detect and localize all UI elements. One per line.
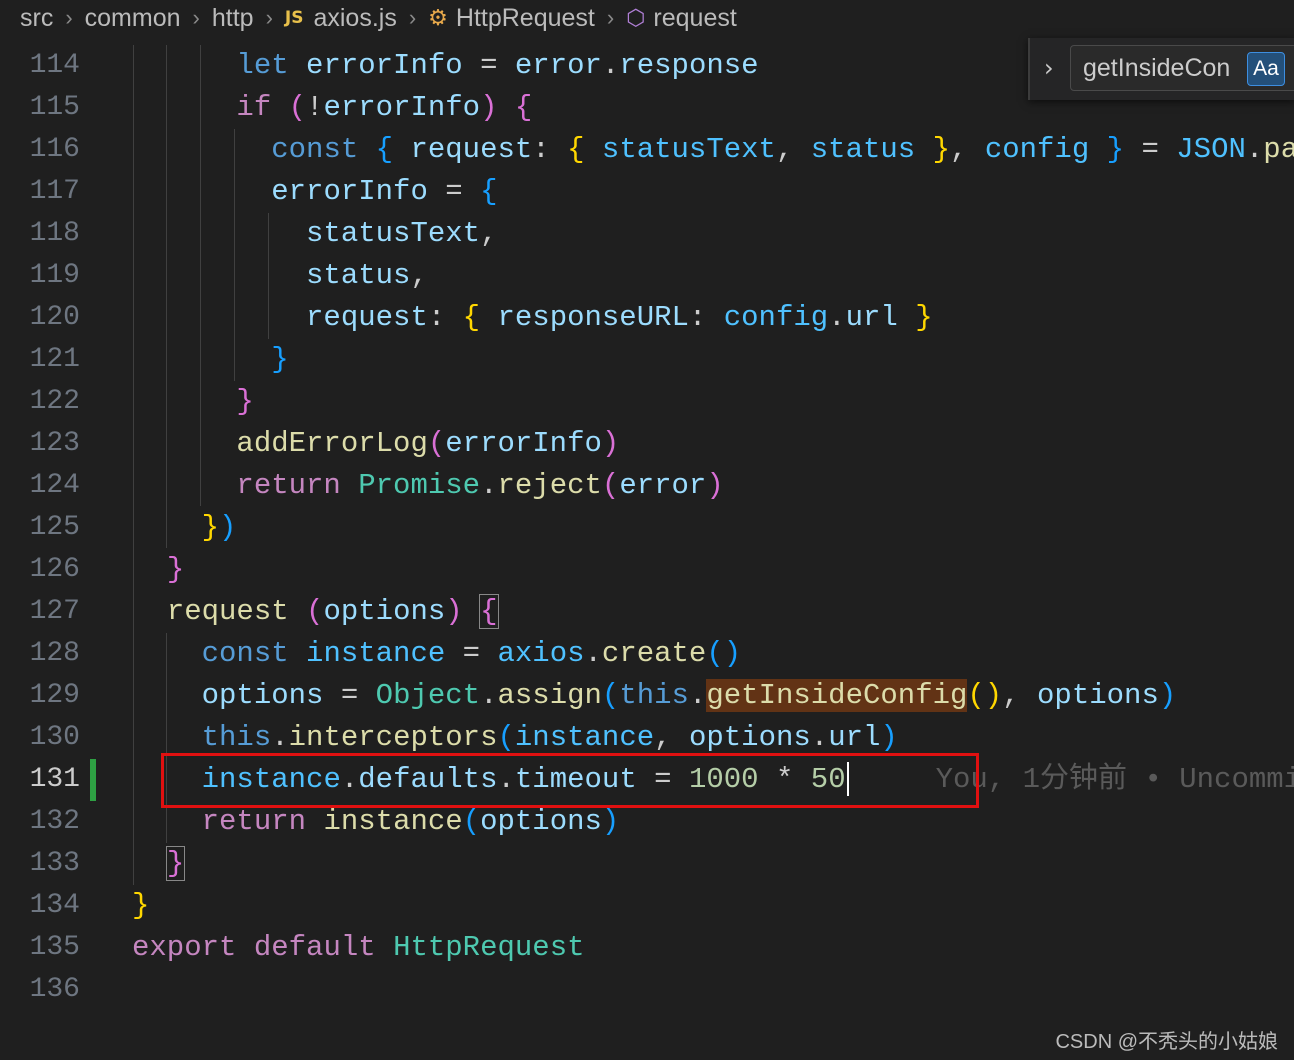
code-line: 133 } bbox=[0, 843, 1294, 885]
line-number: 127 bbox=[29, 596, 80, 627]
chevron-right-icon: › bbox=[192, 5, 200, 30]
chevron-right-icon[interactable]: › bbox=[1044, 54, 1054, 82]
breadcrumb-request[interactable]: ⬡ request bbox=[626, 4, 737, 33]
breadcrumb-label: HttpRequest bbox=[455, 3, 595, 32]
code-line: 135 export default HttpRequest bbox=[0, 927, 1294, 969]
find-widget: › getInsideCon Aa bbox=[1028, 38, 1294, 100]
breadcrumb-label: request bbox=[653, 3, 737, 32]
method-symbol-icon: ⬡ bbox=[626, 5, 646, 30]
code-line: 120 request: { responseURL: config.url } bbox=[0, 297, 1294, 339]
line-number: 135 bbox=[29, 932, 80, 963]
code-line: 124 return Promise.reject(error) bbox=[0, 465, 1294, 507]
code-text: options = Object.assign(this.getInsideCo… bbox=[201, 679, 1177, 712]
line-number: 119 bbox=[29, 260, 80, 291]
highlight-annotation-box bbox=[161, 753, 979, 808]
code-text: let errorInfo = error.response bbox=[236, 49, 759, 82]
code-line: 118 statusText, bbox=[0, 213, 1294, 255]
line-number: 130 bbox=[29, 722, 80, 753]
code-text: if (!errorInfo) { bbox=[236, 91, 533, 124]
breadcrumb-label: http bbox=[211, 3, 254, 32]
code-text: }) bbox=[201, 511, 237, 544]
breadcrumb: src › common › http › JS axios.js › ⚙ Ht… bbox=[0, 0, 1294, 36]
breadcrumb-src[interactable]: src bbox=[20, 4, 53, 33]
line-number: 123 bbox=[29, 428, 80, 459]
code-text: status, bbox=[306, 259, 428, 292]
line-number: 115 bbox=[29, 92, 80, 123]
code-line: 125 }) bbox=[0, 507, 1294, 549]
line-number: 116 bbox=[29, 134, 80, 165]
watermark: CSDN @不秃头的小姑娘 bbox=[1055, 1031, 1278, 1053]
code-text: } bbox=[271, 343, 289, 376]
line-number: 124 bbox=[29, 470, 80, 501]
line-number: 129 bbox=[29, 680, 80, 711]
code-line: 117 errorInfo = { bbox=[0, 171, 1294, 213]
line-number: 126 bbox=[29, 554, 80, 585]
code-text: } bbox=[165, 846, 186, 881]
line-number: 118 bbox=[29, 218, 80, 249]
code-line: 121 } bbox=[0, 339, 1294, 381]
code-text: statusText, bbox=[306, 217, 498, 250]
line-number: 117 bbox=[29, 176, 80, 207]
line-number: 125 bbox=[29, 512, 80, 543]
breadcrumb-httprequest[interactable]: ⚙ HttpRequest bbox=[428, 4, 595, 33]
code-line: 128 const instance = axios.create() bbox=[0, 633, 1294, 675]
code-text: } bbox=[236, 385, 254, 418]
code-line: 116 const { request: { statusText, statu… bbox=[0, 129, 1294, 171]
breadcrumb-axios-js[interactable]: JS axios.js bbox=[285, 4, 397, 33]
code-line: 119 status, bbox=[0, 255, 1294, 297]
class-symbol-icon: ⚙ bbox=[428, 5, 448, 30]
code-line: 122 } bbox=[0, 381, 1294, 423]
code-line: 126 } bbox=[0, 549, 1294, 591]
match-case-toggle[interactable]: Aa bbox=[1247, 52, 1285, 86]
code-text: } bbox=[132, 889, 150, 922]
code-line: 134 } bbox=[0, 885, 1294, 927]
code-text: errorInfo = { bbox=[271, 175, 498, 208]
git-blame-annotation: You, 1分钟前 • Uncommit bbox=[935, 763, 1294, 796]
code-text: const { request: { statusText, status },… bbox=[271, 133, 1294, 166]
code-text: } bbox=[166, 553, 185, 586]
breadcrumb-label: axios.js bbox=[313, 3, 397, 32]
chevron-right-icon: › bbox=[408, 5, 417, 30]
code-line: 129 options = Object.assign(this.getInsi… bbox=[0, 675, 1294, 717]
line-number: 128 bbox=[29, 638, 80, 669]
code-text: export default HttpRequest bbox=[132, 931, 585, 964]
code-line: 123 addErrorLog(errorInfo) bbox=[0, 423, 1294, 465]
chevron-right-icon: › bbox=[65, 5, 73, 30]
line-number: 133 bbox=[29, 848, 80, 879]
chevron-right-icon: › bbox=[606, 5, 615, 30]
breadcrumb-common[interactable]: common bbox=[85, 4, 181, 33]
code-text: request (options) { bbox=[166, 594, 499, 629]
line-number: 121 bbox=[29, 344, 80, 375]
line-number: 131 bbox=[29, 764, 80, 795]
code-text: return Promise.reject(error) bbox=[236, 469, 724, 502]
find-input-value: getInsideCon bbox=[1083, 54, 1231, 82]
line-number: 114 bbox=[29, 50, 80, 81]
line-number: 122 bbox=[29, 386, 80, 417]
code-text: const instance = axios.create() bbox=[201, 637, 742, 670]
line-number: 136 bbox=[29, 974, 80, 1005]
code-text: addErrorLog(errorInfo) bbox=[236, 427, 620, 460]
code-line: 136 bbox=[0, 969, 1294, 1011]
line-number: 132 bbox=[29, 806, 80, 837]
breadcrumb-label: common bbox=[84, 3, 181, 32]
find-input[interactable]: getInsideCon Aa bbox=[1070, 45, 1294, 91]
line-number: 120 bbox=[29, 302, 80, 333]
chevron-right-icon: › bbox=[265, 5, 273, 30]
code-editor[interactable]: 114 let errorInfo = error.response 115 i… bbox=[0, 45, 1294, 1060]
code-line: 127 request (options) { bbox=[0, 591, 1294, 633]
line-number: 134 bbox=[29, 890, 80, 921]
breadcrumb-label: src bbox=[20, 3, 54, 32]
breadcrumb-http[interactable]: http bbox=[212, 4, 254, 33]
code-text: request: { responseURL: config.url } bbox=[306, 301, 933, 334]
js-file-icon: JS bbox=[284, 8, 304, 28]
